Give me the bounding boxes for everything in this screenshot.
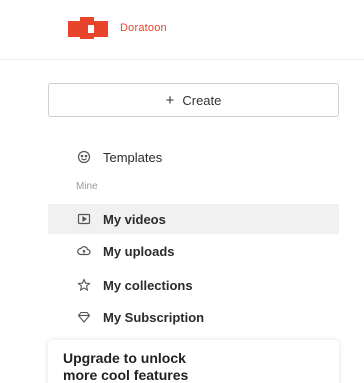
nav-item-my-videos-label: My videos — [103, 211, 166, 227]
nav-item-my-uploads[interactable]: My uploads — [48, 236, 339, 266]
diamond-icon — [77, 310, 91, 324]
brand-name: Doratoon — [120, 22, 167, 34]
video-icon — [77, 212, 91, 226]
upgrade-line-1: Upgrade to unlock — [63, 350, 186, 366]
nav-item-my-videos[interactable]: My videos — [48, 204, 339, 234]
create-button[interactable]: + Create — [48, 83, 339, 117]
header-divider — [0, 59, 364, 60]
cloud-upload-icon — [77, 244, 91, 258]
create-button-label: Create — [182, 92, 222, 108]
nav-item-my-collections[interactable]: My collections — [48, 270, 339, 300]
star-icon — [77, 278, 91, 292]
brand-logo[interactable]: Doratoon — [68, 17, 167, 39]
templates-icon — [77, 150, 91, 164]
nav-item-my-subscription[interactable]: My Subscription — [48, 302, 339, 332]
nav-item-my-uploads-label: My uploads — [103, 243, 175, 259]
sidebar: Doratoon + Create Templates Mine My vide… — [0, 0, 364, 383]
plus-icon: + — [165, 91, 175, 109]
section-label-mine: Mine — [76, 181, 98, 192]
nav-item-my-collections-label: My collections — [103, 277, 193, 293]
doratoon-logo-icon — [68, 17, 114, 39]
nav-item-templates-label: Templates — [103, 149, 163, 165]
upgrade-banner[interactable]: Upgrade to unlock more cool features — [48, 340, 339, 383]
upgrade-line-2: more cool features — [63, 367, 189, 383]
nav-item-templates[interactable]: Templates — [48, 142, 339, 172]
nav-item-my-subscription-label: My Subscription — [103, 309, 205, 325]
